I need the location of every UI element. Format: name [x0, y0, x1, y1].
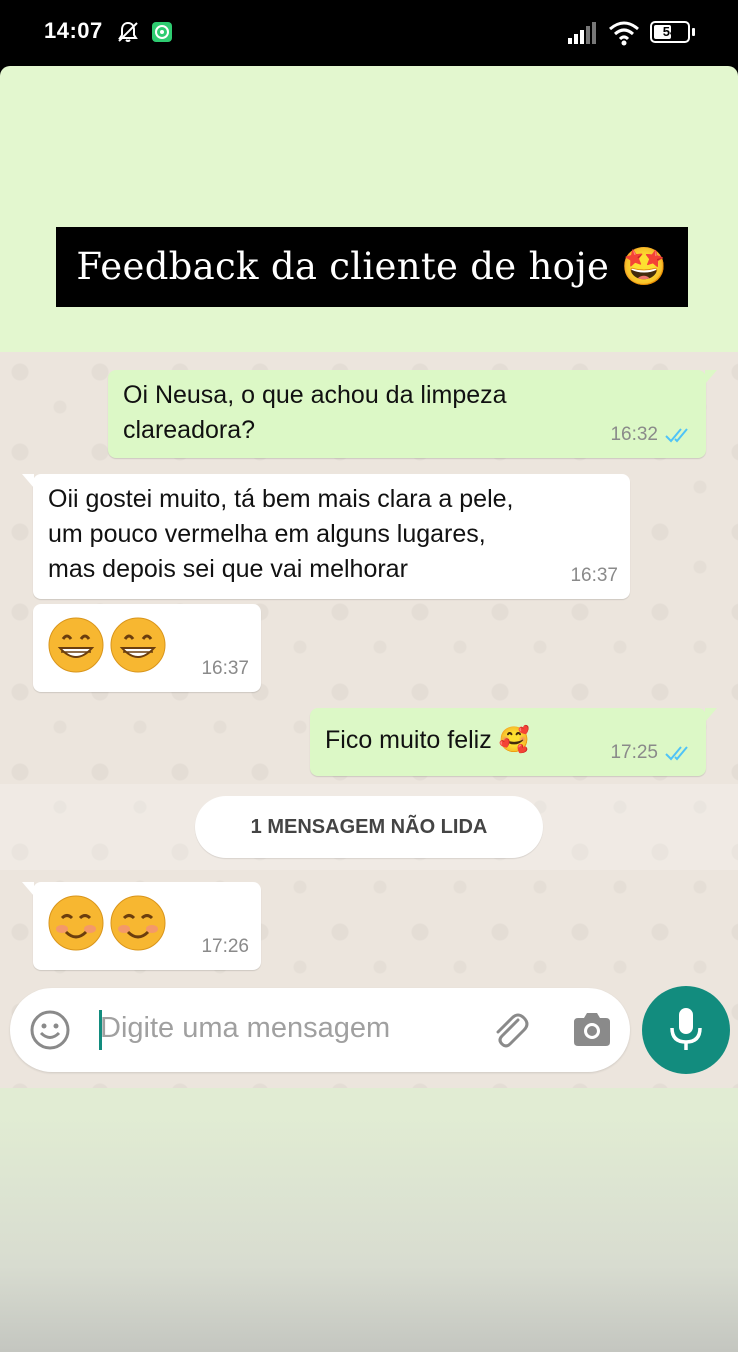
emoji-icon[interactable] [28, 1008, 72, 1052]
read-ticks-icon [665, 427, 688, 442]
message-time: 16:37 [570, 565, 618, 586]
bubble-tail [22, 474, 34, 488]
whatsapp-notification-icon [152, 22, 172, 42]
bubble-tail [705, 370, 717, 384]
chat-area[interactable]: Oi Neusa, o que achou da limpeza claread… [0, 352, 738, 1088]
message-time: 16:32 [610, 424, 658, 445]
mic-button[interactable] [642, 986, 730, 1074]
message-text: Oii gostei muito, tá bem mais clara a pe… [48, 485, 514, 583]
message-time: 16:37 [201, 658, 249, 679]
battery-percent: 54 [662, 24, 678, 39]
story-banner: Feedback da cliente de hoje 🤩 [56, 227, 688, 307]
status-bar: 14:07 54 [0, 0, 738, 66]
message-meta: 17:26 [201, 929, 249, 964]
signal-icon [568, 22, 596, 44]
wifi-icon [609, 21, 639, 46]
mic-icon [670, 1008, 702, 1050]
message-meta: 16:37 [201, 651, 249, 686]
message-outgoing[interactable]: Fico muito feliz 🥰 17:25 [310, 708, 717, 776]
message-meta: 16:37 [570, 558, 618, 593]
message-outgoing[interactable]: Oi Neusa, o que achou da limpeza claread… [108, 370, 717, 458]
smiling-face-emoji-icon [48, 895, 104, 951]
smiling-face-emoji-icon [110, 895, 166, 951]
message-meta: 16:32 [610, 417, 694, 452]
grinning-face-emoji-icon [48, 617, 104, 673]
attach-icon[interactable] [488, 1008, 532, 1052]
message-incoming-emoji[interactable]: 16:37 [33, 604, 261, 692]
message-text: Oi Neusa, o que achou da limpeza claread… [123, 381, 507, 444]
message-input-bar[interactable]: Digite uma mensagem [10, 988, 630, 1072]
grinning-face-emoji-icon [110, 617, 166, 673]
bubble-tail [22, 882, 34, 896]
emoji-row [47, 616, 167, 674]
read-ticks-icon [665, 745, 688, 760]
status-time: 14:07 [44, 18, 103, 43]
emoji-row [47, 894, 167, 952]
message-time: 17:26 [201, 936, 249, 957]
mute-notification-icon [118, 21, 138, 42]
message-incoming-emoji[interactable]: 17:26 [22, 882, 261, 970]
battery-tip [692, 28, 695, 36]
camera-icon[interactable] [570, 1010, 614, 1050]
message-incoming[interactable]: Oii gostei muito, tá bem mais clara a pe… [22, 474, 630, 599]
unread-messages-label: 1 MENSAGEM NÃO LIDA [195, 796, 543, 858]
message-time: 17:25 [610, 742, 658, 763]
message-input[interactable]: Digite uma mensagem [100, 1012, 390, 1045]
message-text: Fico muito feliz 🥰 [325, 726, 530, 754]
message-meta: 17:25 [610, 735, 694, 770]
battery-icon: 54 [650, 21, 690, 43]
bubble-tail [705, 708, 717, 722]
